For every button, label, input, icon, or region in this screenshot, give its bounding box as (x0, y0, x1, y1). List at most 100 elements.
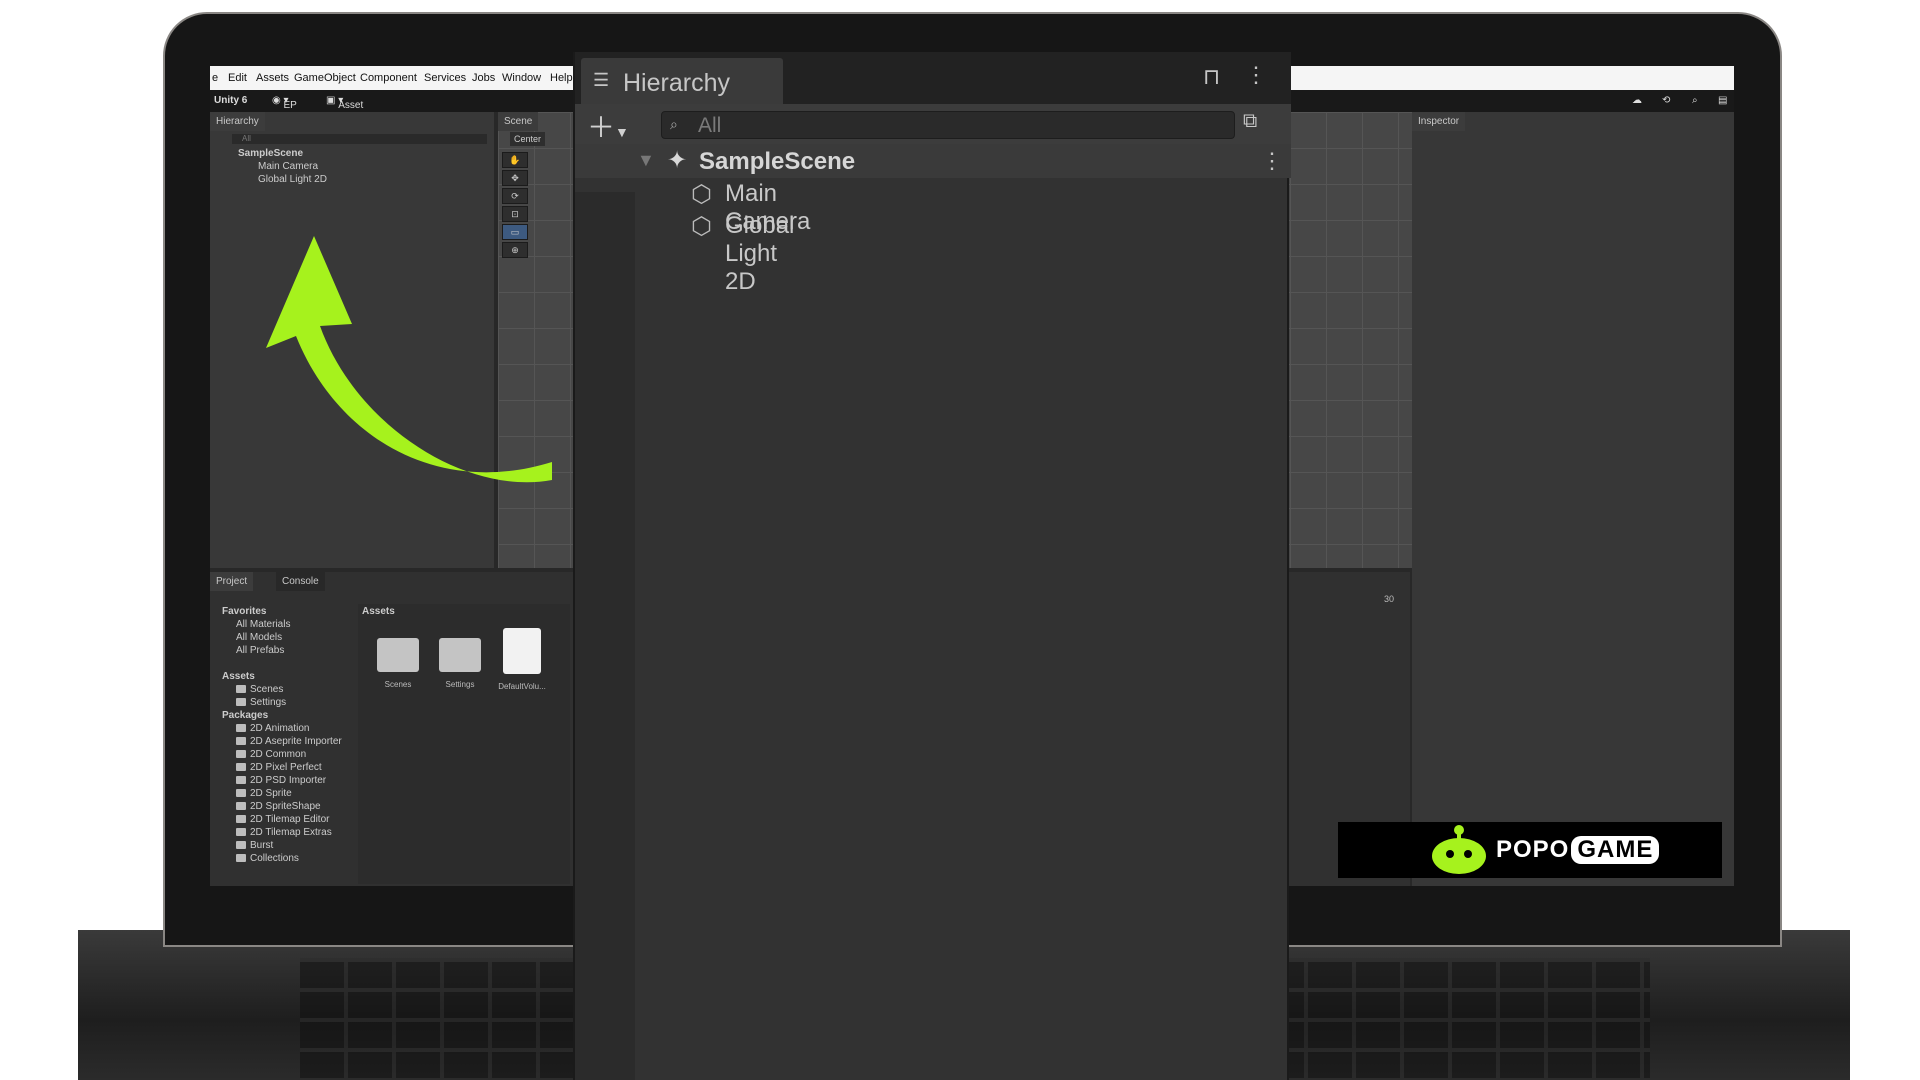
hierarchy-item-small[interactable]: Global Light 2D (258, 174, 327, 185)
package-item[interactable]: Collections (236, 853, 299, 864)
package-item[interactable]: Burst (236, 840, 273, 851)
hierarchy-item-large[interactable]: ⬡ Main Camera (691, 180, 810, 235)
folder-icon (236, 776, 246, 784)
asset-item[interactable]: Scenes (368, 638, 428, 689)
tab-console[interactable]: Console (276, 572, 325, 591)
package-label: 2D SpriteShape (250, 801, 321, 812)
folder-icon (377, 638, 419, 672)
package-item[interactable]: 2D Tilemap Extras (236, 827, 332, 838)
assets-view-header: Assets (362, 606, 395, 617)
hierarchy-gutter (575, 192, 635, 1080)
package-item[interactable]: 2D Common (236, 749, 306, 760)
folder-icon (236, 802, 246, 810)
folder-icon (236, 828, 246, 836)
cube-icon: ⬡ (691, 213, 712, 240)
menu-item-assets[interactable]: Assets (256, 72, 289, 84)
assets-tree-item[interactable]: Scenes (236, 684, 283, 695)
pivot-dropdown[interactable]: Center (510, 132, 546, 146)
unity-scene-icon: ✦ (667, 147, 688, 174)
package-item[interactable]: 2D PSD Importer (236, 775, 326, 786)
package-item[interactable]: 2D Animation (236, 723, 309, 734)
package-label: Burst (250, 840, 274, 851)
favorites-header[interactable]: Favorites (222, 606, 266, 617)
asset-item[interactable]: Settings (430, 638, 490, 689)
hierarchy-search-input[interactable]: ⌕ All (661, 111, 1235, 139)
search-icon[interactable]: ⌕ (1692, 95, 1698, 106)
move-tool-icon[interactable]: ✥ (502, 170, 528, 186)
menu-item-gameobject[interactable]: GameObject (294, 72, 356, 84)
rotate-tool-icon[interactable]: ⟳ (502, 188, 528, 204)
project-name: Unity 6 (214, 95, 248, 106)
menu-item-component[interactable]: Component (360, 72, 417, 84)
history-icon[interactable]: ⟲ (1662, 95, 1670, 106)
cloud-icon[interactable]: ☁ (1632, 95, 1642, 106)
scene-picker-icon[interactable]: ⧉ (1243, 110, 1257, 133)
menu-item-window[interactable]: Window (502, 72, 541, 84)
assets-tree-item-label: Settings (250, 697, 287, 708)
package-label: 2D Tilemap Editor (250, 814, 330, 825)
favorites-item[interactable]: All Models (236, 632, 282, 643)
folder-icon (439, 638, 481, 672)
scene-row-large[interactable]: ▼ ✦ SampleScene ⋮ (575, 144, 1291, 178)
package-item[interactable]: 2D SpriteShape (236, 801, 321, 812)
tab-hierarchy-large[interactable]: ☰ Hierarchy (581, 58, 783, 104)
hierarchy-title: Hierarchy (623, 69, 730, 97)
menu-item[interactable]: e (212, 72, 218, 84)
packages-header[interactable]: Packages (222, 710, 268, 721)
logo-suffix: GAME (1571, 836, 1660, 864)
scale-tool-icon[interactable]: ⊡ (502, 206, 528, 222)
scene-more-icon[interactable]: ⋮ (1261, 148, 1283, 174)
expand-arrow-icon[interactable]: ▼ (637, 150, 655, 171)
volume-asset-icon (503, 628, 541, 674)
layout-icon[interactable]: ▤ (1718, 95, 1727, 106)
package-label: 2D Aseprite Importer (250, 736, 342, 747)
folder-icon (236, 724, 246, 732)
package-label: 2D Tilemap Extras (250, 827, 332, 838)
package-item[interactable]: 2D Pixel Perfect (236, 762, 322, 773)
tab-project[interactable]: Project (210, 572, 254, 591)
package-item[interactable]: 2D Sprite (236, 788, 292, 799)
hierarchy-search-small[interactable]: All (232, 134, 487, 144)
assets-tree-header[interactable]: Assets (222, 671, 255, 682)
assets-tree-item[interactable]: Settings (236, 697, 286, 708)
popogame-logo: POPO GAME (1338, 822, 1722, 878)
folder-icon (236, 685, 246, 693)
menu-item-services[interactable]: Services (424, 72, 466, 84)
search-placeholder: All (698, 114, 722, 137)
hierarchy-tab-row: ☰ Hierarchy ⊓ ⋮ (575, 52, 1291, 104)
lock-icon[interactable]: ⊓ (1203, 64, 1220, 90)
inspector-panel: Inspector (1412, 112, 1734, 886)
hierarchy-item-label: Global Light 2D (725, 212, 795, 295)
logo-brand: POPO (1496, 836, 1570, 863)
scene-name: SampleScene (699, 148, 856, 175)
account-button[interactable]: ◉ EP ▾ (272, 95, 297, 111)
package-item[interactable]: 2D Tilemap Editor (236, 814, 329, 825)
hierarchy-item-small[interactable]: Main Camera (258, 161, 318, 172)
tab-scene[interactable]: Scene (498, 112, 539, 131)
menu-item-jobs[interactable]: Jobs (472, 72, 495, 84)
hierarchy-toolbar: ＋▼ ⌕ All ⧉ (575, 104, 1291, 144)
package-label: Collections (250, 853, 299, 864)
asset-item[interactable]: DefaultVolu... (492, 628, 552, 691)
search-icon: ⌕ (670, 116, 678, 132)
menu-item-help[interactable]: Help (550, 72, 573, 84)
favorites-item[interactable]: All Materials (236, 619, 290, 630)
scene-row-small[interactable]: SampleScene (238, 148, 303, 159)
folder-icon (236, 698, 246, 706)
add-object-button[interactable]: ＋▼ (587, 106, 629, 146)
folder-icon (236, 841, 246, 849)
asset-label: Settings (445, 680, 475, 689)
asset-store-button[interactable]: ▣ Asset Store ▾ (326, 95, 363, 122)
package-item[interactable]: 2D Aseprite Importer (236, 736, 342, 747)
assets-view: Assets Scenes Settings DefaultVolu... (358, 604, 570, 884)
menu-item-edit[interactable]: Edit (228, 72, 247, 84)
hierarchy-item-large[interactable]: ⬡ Global Light 2D (691, 212, 794, 295)
hand-tool-icon[interactable]: ✋ (502, 152, 528, 168)
favorites-item[interactable]: All Prefabs (236, 645, 284, 656)
console-count: 30 (1384, 594, 1395, 604)
more-menu-icon[interactable]: ⋮ (1245, 62, 1267, 88)
asset-label: Scenes (384, 680, 412, 689)
tab-hierarchy-small[interactable]: Hierarchy (210, 112, 265, 131)
package-label: 2D Common (250, 749, 307, 760)
tab-inspector[interactable]: Inspector (1412, 112, 1466, 131)
